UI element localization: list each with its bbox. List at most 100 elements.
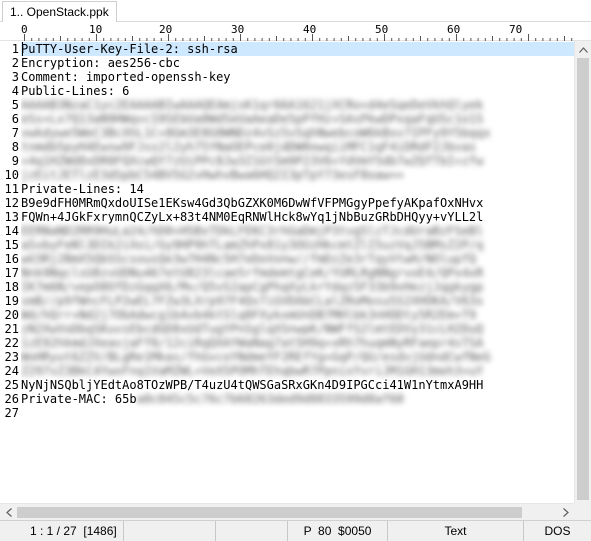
line-number: 8 <box>11 140 19 154</box>
redacted-text: wU3Rj2BmX5QbSScsousQe3w7H4Nc5H7eDoVonw//… <box>21 252 477 266</box>
line-text: NyNjNSQbljYEdtAo8TOzWPB/T4uzU4tQWSGaSRxG… <box>21 378 484 392</box>
text-line[interactable]: tnmdb5pyH4Ewsw9FJss2l2yh75YNaOEPce0jdDW0… <box>21 140 476 154</box>
text-line[interactable]: jzEitJETlzE3dSpbC54BV5G2vHwhvBwa6HQ2I3pT… <box>21 168 404 182</box>
redacted-text: Nnk9NqclsU8zvUDNu467etU823lcae5rfmdemtgC… <box>21 266 484 280</box>
line-number: 21 <box>4 322 19 336</box>
line-number: 27 <box>4 406 19 420</box>
line-number: 26 <box>4 392 19 406</box>
redacted-text: WoHRyut6ZZV/BLgRe1Mkas/fhGvcoYNdmeYF2REf… <box>21 350 491 364</box>
text-line[interactable]: EERNaND2RR9HuLa24/hD0+H5BxTDkLFEKC3rhGaD… <box>21 224 483 238</box>
file-type[interactable]: Text <box>388 521 524 541</box>
text-line[interactable]: Private-MAC: 65ba0c045c5c76c7b68263ded9d… <box>21 392 404 406</box>
redacted-text: Z297vZ3BkC4YwxFnq1VaMZWL+VeX5POMhTEhqbwR… <box>21 364 484 378</box>
current-line[interactable]: PuTTY-User-Key-File-2: ssh-rsa <box>21 42 574 56</box>
line-ending[interactable]: DOS <box>524 521 591 541</box>
text-line[interactable]: FQWn+4JGkFxrymnQCZyLx+83t4NM0EqRNWlHck8w… <box>21 210 483 224</box>
line-text: Private-Lines: 14 <box>21 182 144 196</box>
text-line[interactable]: smB//p9fWncFLP2wEL7FZw3LXrp97F4Qv7iGVDAb… <box>21 294 483 308</box>
redacted-text: smB//p9fWncFLP2wEL7FZw3LXrp97F4Qv7iGVDAb… <box>21 294 484 308</box>
redacted-text: zN2XwVoDbqSKuvsEbcdGD8xUdTugYPnSglqXSnwp… <box>21 322 484 336</box>
line-number: 19 <box>4 294 19 308</box>
redacted-text: IK7m6N/vepO8OfDzGqqX6/Mv/Q5vS2apCgPhqXyL… <box>21 280 484 294</box>
line-number: 6 <box>11 112 19 126</box>
vertical-scrollbar[interactable] <box>574 41 591 518</box>
text-line[interactable]: vwkdywe5WeC3BcXhL1C+8Gm3E8G0WNDz4vSz5vSq… <box>21 126 491 140</box>
line-number: 12 <box>4 196 19 210</box>
wrap-mode-icon[interactable] <box>124 521 216 541</box>
horizontal-scrollbar[interactable] <box>0 503 574 520</box>
file-tab[interactable]: 1.. OpenStack.ppk <box>2 1 117 22</box>
scroll-right-arrow-icon[interactable] <box>557 504 574 521</box>
text-line[interactable]: Z297vZ3BkC4YwxFnq1VaMZWL+VeX5POMhTEhqbwR… <box>21 364 483 378</box>
line-number: 16 <box>4 252 19 266</box>
text-line[interactable]: eSs+Lx7Q13aN9HWqvcI0SEbUa0Wd5eUaAeaDe5pP… <box>21 112 483 126</box>
redacted-text: aSvbyFeNl3DIk2iXoi/Gy9HP9hTLamZhPx81y3OU… <box>21 238 484 252</box>
line-text: Private-MAC: 65b <box>21 392 137 406</box>
text-line[interactable]: NyNjNSQbljYEdtAo8TOzWPB/T4uzU4tQWSGaSRxG… <box>21 378 483 392</box>
redacted-text: jzEitJETlzE3dSpbC54BV5G2vHwhvBwa6HQ2I3pT… <box>21 168 404 182</box>
line-number: 13 <box>4 210 19 224</box>
line-number: 4 <box>11 84 19 98</box>
text-line[interactable]: B9e9dFH0MRmQxdoUISe1EKsw4Gd3QbGZXK0M6DwW… <box>21 196 483 210</box>
text-line[interactable]: WoHRyut6ZZV/BLgRe1Mkas/fhGvcoYNdmeYF2REf… <box>21 350 491 364</box>
ruler-label: 0 <box>21 23 28 36</box>
text-line[interactable]: 1zE92hkmdJXeavjaFf8/12ciRqQXAYWaNag7at5H… <box>21 336 483 350</box>
vertical-scroll-thumb[interactable] <box>577 58 589 500</box>
line-number: 11 <box>4 182 19 196</box>
redacted-text: tnmdb5pyH4Ewsw9FJss2l2yh75YNaOEPce0jdDW0… <box>21 140 477 154</box>
text-line[interactable]: +4q1HZWd8xDR0FQXcwQY7zUiPPc8Jw3Z1GtSm9P2… <box>21 154 483 168</box>
redacted-text: Wd/hQrr+Nd2j7ObAdwcg1b4vb4ktSlq0FXykxmUn… <box>21 308 477 322</box>
text-line[interactable]: AAAAB3NzaC1yc2EAAAABIwAAAQEAmjsK1qr66A16… <box>21 98 483 112</box>
line-number: 22 <box>4 336 19 350</box>
line-number: 3 <box>11 70 19 84</box>
ruler-label: 10 <box>89 23 103 36</box>
cursor-position: 1 : 1 / 27 [1486] <box>0 521 124 541</box>
redacted-text: +4q1HZWd8xDR0FQXcwQY7zUiPPc8Jw3Z1GtSm9P2… <box>21 154 484 168</box>
line-number: 18 <box>4 280 19 294</box>
empty-status-cell <box>216 521 288 541</box>
text-line[interactable]: aSvbyFeNl3DIk2iXoi/Gy9HP9hTLamZhPx81y3OU… <box>21 238 483 252</box>
line-number: 9 <box>11 154 19 168</box>
line-number: 5 <box>11 98 19 112</box>
line-text: PuTTY-User-Key-File-2: ssh-rsa <box>21 42 238 56</box>
ruler-label: 40 <box>303 23 317 36</box>
redacted-text: vwkdywe5WeC3BcXhL1C+8Gm3E8G0WNDz4vSz5vSq… <box>21 126 491 140</box>
line-number: 15 <box>4 238 19 252</box>
line-number: 20 <box>4 308 19 322</box>
line-number: 2 <box>11 56 19 70</box>
text-line[interactable]: IK7m6N/vepO8OfDzGqqX6/Mv/Q5vS2apCgPhqXyL… <box>21 280 483 294</box>
text-editor-area[interactable]: PuTTY-User-Key-File-2: ssh-rsa Encryption… <box>21 41 574 518</box>
line-number: 25 <box>4 378 19 392</box>
line-number: 23 <box>4 350 19 364</box>
text-line[interactable]: Encryption: aes256-cbc <box>21 56 180 70</box>
redacted-text: EERNaND2RR9HuLa24/hD0+H5BxTDkLFEKC3rhGaD… <box>21 224 484 238</box>
text-line[interactable]: zN2XwVoDbqSKuvsEbcdGD8xUdTugYPnSglqXSnwp… <box>21 322 483 336</box>
text-line[interactable]: wU3Rj2BmX5QbSScsousQe3w7H4Nc5H7eDoVonw//… <box>21 252 476 266</box>
insert-mode-info: P 80 $0050 <box>288 521 388 541</box>
line-text: Encryption: aes256-cbc <box>21 56 180 70</box>
ruler-label: 50 <box>375 23 389 36</box>
scroll-up-arrow-icon[interactable] <box>575 41 591 58</box>
text-line[interactable]: Comment: imported-openssh-key <box>21 70 231 84</box>
line-text: Public-Lines: 6 <box>21 84 130 98</box>
text-line[interactable]: Wd/hQrr+Nd2j7ObAdwcg1b4vb4ktSlq0FXykxmUn… <box>21 308 476 322</box>
text-cursor <box>22 42 23 56</box>
text-line[interactable]: Private-Lines: 14 <box>21 182 144 196</box>
text-line[interactable]: Nnk9NqclsU8zvUDNu467etU823lcae5rfmdemtgC… <box>21 266 483 280</box>
redacted-text: eSs+Lx7Q13aN9HWqvcI0SEbUa0Wd5eUaAeaDe5pP… <box>21 112 484 126</box>
column-ruler: 0 10 20 30 40 50 60 70 <box>0 22 591 41</box>
horizontal-scroll-thumb[interactable] <box>17 507 522 518</box>
line-number: 17 <box>4 266 19 280</box>
redacted-text: AAAAB3NzaC1yc2EAAAABIwAAAQEAmjsK1qr66A16… <box>21 98 484 112</box>
line-number: 7 <box>11 126 19 140</box>
ruler-label: 60 <box>447 23 461 36</box>
text-line[interactable]: Public-Lines: 6 <box>21 84 129 98</box>
tab-bar: 1.. OpenStack.ppk <box>0 0 591 22</box>
line-text: FQWn+4JGkFxrymnQCZyLx+83t4NM0EqRNWlHck8w… <box>21 210 484 224</box>
scrollbar-corner <box>574 503 591 520</box>
line-number: 14 <box>4 224 19 238</box>
line-number: 24 <box>4 364 19 378</box>
ruler-label: 20 <box>159 23 173 36</box>
scroll-left-arrow-icon[interactable] <box>0 504 17 521</box>
line-text: B9e9dFH0MRmQxdoUISe1EKsw4Gd3QbGZXK0M6DwW… <box>21 196 484 210</box>
